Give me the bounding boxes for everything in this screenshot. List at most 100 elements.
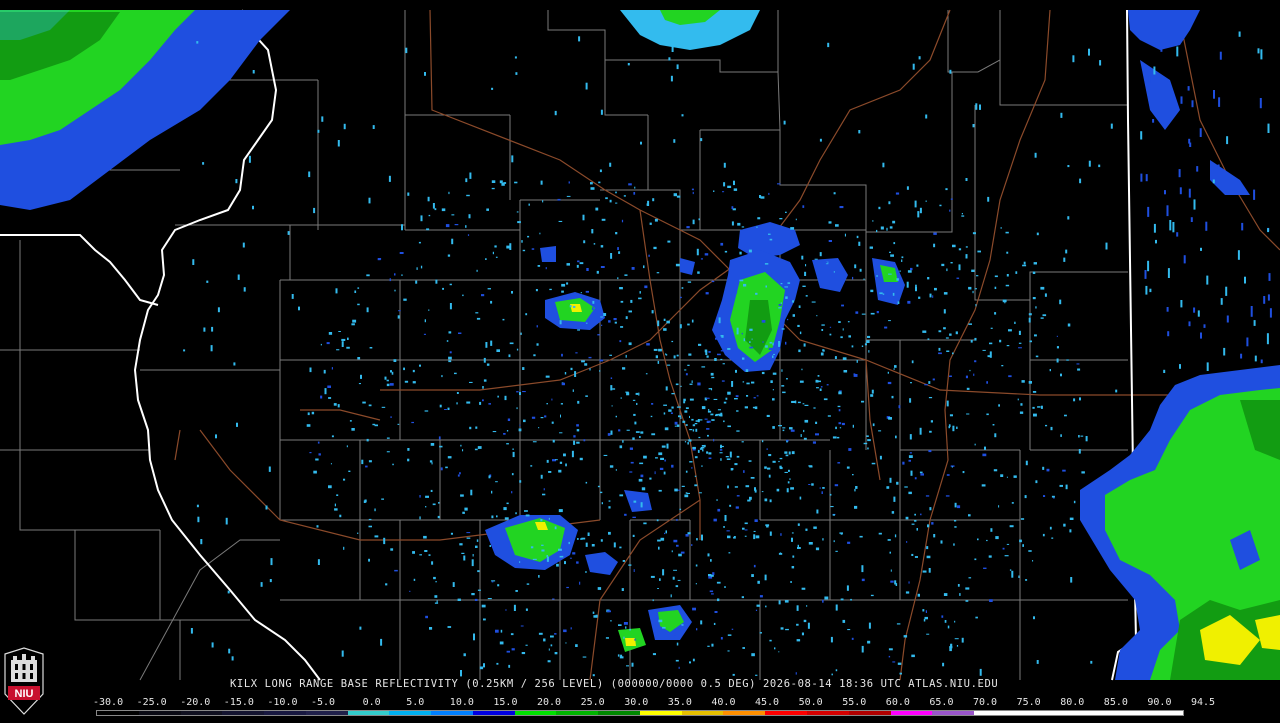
radar-speckle (617, 247, 619, 250)
radar-speckle (551, 398, 553, 401)
radar-speckle (782, 429, 785, 432)
radar-speckle (1200, 332, 1202, 339)
radar-speckle (600, 539, 603, 542)
radar-speckle (1180, 300, 1183, 308)
radar-speckle (707, 434, 709, 437)
radar-speckle (660, 537, 665, 541)
radar-speckle (585, 82, 588, 90)
radar-speckle (919, 427, 922, 435)
radar-speckle (897, 662, 902, 665)
radar-speckle (625, 354, 627, 358)
radar-speckle (655, 355, 658, 359)
radar-speckle (733, 180, 735, 186)
radar-speckle (822, 487, 825, 489)
radar-speckle (407, 448, 410, 451)
radar-speckle (460, 444, 462, 447)
radar-speckle (549, 288, 552, 291)
radar-speckle (564, 561, 566, 565)
radar-speckle (966, 387, 970, 390)
radar-speckle (514, 56, 517, 59)
radar-speckle (755, 292, 758, 295)
radar-speckle (635, 392, 639, 395)
radar-speckle (673, 569, 677, 571)
radar-speckle (853, 373, 856, 376)
radar-speckle (713, 190, 715, 192)
radar-speckle (463, 555, 466, 561)
radar-map (0, 0, 1280, 720)
radar-speckle (956, 426, 958, 429)
radar-speckle (786, 488, 789, 493)
radar-speckle (619, 287, 623, 290)
radar-speckle (979, 104, 981, 110)
radar-speckle (861, 345, 864, 347)
radar-speckle (887, 539, 891, 541)
radar-speckle (954, 638, 959, 640)
radar-speckle (608, 506, 611, 509)
colorbar-label: 50.0 (798, 697, 823, 708)
radar-speckle (713, 518, 717, 522)
radar-speckle (328, 485, 332, 489)
radar-speckle (490, 340, 493, 346)
radar-speckle (434, 602, 439, 604)
radar-speckle (785, 454, 789, 457)
radar-speckle (459, 472, 461, 475)
radar-speckle (1187, 86, 1190, 91)
radar-speckle (737, 222, 741, 226)
radar-speckle (644, 285, 648, 289)
radar-speckle (575, 644, 578, 647)
radar-speckle (1266, 333, 1269, 345)
radar-speckle (829, 326, 832, 328)
radar-speckle (324, 388, 327, 395)
radar-speckle (769, 499, 772, 503)
radar-speckle (393, 359, 397, 362)
radar-speckle (704, 418, 708, 420)
radar-speckle (336, 349, 340, 351)
radar-speckle (797, 401, 801, 404)
radar-speckle (961, 213, 963, 215)
radar-speckle (783, 120, 786, 125)
colorbar-swatch (848, 711, 891, 715)
radar-speckle (265, 505, 268, 510)
radar-speckle (368, 404, 372, 407)
radar-speckle (419, 516, 421, 520)
radar-speckle (791, 537, 793, 542)
radar-speckle (782, 391, 786, 394)
radar-speckle (671, 45, 674, 52)
radar-speckle (1063, 523, 1066, 527)
radar-speckle (928, 450, 932, 453)
radar-speckle (576, 441, 580, 444)
radar-speckle (491, 581, 494, 583)
radar-speckle (503, 507, 507, 511)
radar-speckle (688, 439, 692, 442)
radar-speckle (626, 429, 630, 431)
radar-speckle (728, 294, 732, 297)
radar-speckle (615, 191, 617, 194)
radar-speckle (557, 198, 561, 201)
radar-speckle (629, 628, 631, 631)
radar-speckle (689, 661, 691, 664)
radar-speckle (369, 347, 373, 349)
radar-speckle (954, 502, 957, 508)
radar-speckle (476, 317, 481, 320)
radar-speckle (511, 155, 514, 163)
radar-speckle (815, 547, 820, 551)
radar-speckle (965, 587, 970, 590)
radar-speckle (702, 449, 704, 452)
radar-speckle (1008, 375, 1012, 378)
radar-speckle (695, 428, 698, 432)
radar-speckle (1000, 474, 1004, 477)
radar-speckle (754, 406, 758, 410)
radar-speckle (801, 587, 806, 590)
radar-speckle (695, 583, 697, 585)
colorbar-label: 45.0 (755, 697, 780, 708)
radar-speckle (357, 303, 360, 306)
radar-speckle (1049, 369, 1051, 372)
radar-speckle (403, 298, 407, 301)
radar-speckle (1147, 260, 1150, 272)
radar-speckle (676, 406, 681, 408)
radar-speckle (720, 637, 723, 640)
radar-speckle (506, 245, 510, 249)
radar-speckle (876, 275, 878, 277)
radar-speckle (466, 537, 471, 539)
radar-speckle (441, 208, 446, 212)
